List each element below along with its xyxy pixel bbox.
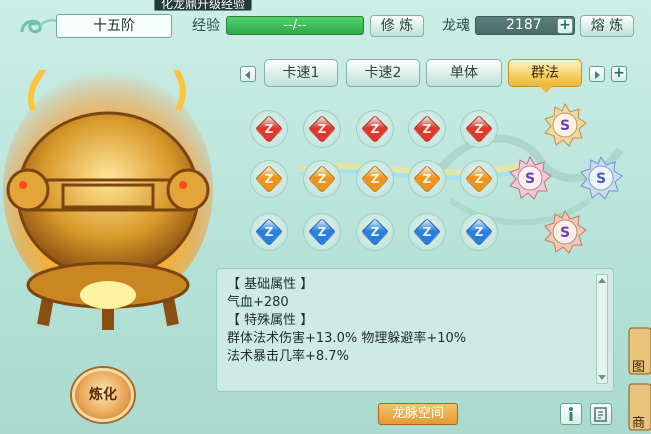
gem-slot-blue[interactable]: Z — [408, 213, 446, 251]
gem-slot-orange[interactable]: Z — [408, 160, 446, 198]
exp-label: 经验 — [192, 18, 220, 34]
svg-text:S: S — [560, 225, 570, 241]
star-gem-top[interactable]: S — [543, 103, 587, 147]
dragon-soul-label: 龙魂 — [442, 18, 470, 34]
gem-slot-red[interactable]: Z — [303, 110, 341, 148]
svg-text:S: S — [596, 171, 606, 187]
gem-glyph: Z — [422, 172, 432, 186]
star-gem-left[interactable]: S — [508, 156, 552, 200]
tab-speed2[interactable]: 卡速2 — [346, 59, 420, 87]
gem-glyph: Z — [317, 122, 327, 136]
arrow-right-icon — [595, 71, 600, 79]
gem-glyph: Z — [370, 172, 380, 186]
refine-button[interactable]: 炼化 — [72, 368, 134, 422]
gem-glyph: Z — [370, 122, 380, 136]
gem-slot-red[interactable]: Z — [408, 110, 446, 148]
attribute-scrollbar[interactable] — [596, 274, 608, 384]
gem-glyph: Z — [264, 122, 274, 136]
dragon-cauldron-window: 化龙鼎升级经验 十五阶 经验 --/-- 修 炼 龙魂 2187 + 熔 炼 卡… — [0, 0, 651, 434]
gem-slot-blue[interactable]: Z — [250, 213, 288, 251]
info-button[interactable] — [560, 403, 582, 425]
dragon-cauldron-icon — [3, 70, 213, 330]
edit-button[interactable] — [590, 403, 612, 425]
exp-value: --/-- — [283, 18, 307, 33]
gem-slot-red[interactable]: Z — [250, 110, 288, 148]
star-gem-bottom[interactable]: S — [543, 210, 587, 254]
gem-glyph: Z — [264, 172, 274, 186]
edit-icon — [594, 407, 607, 422]
scroll-up-icon[interactable] — [598, 278, 606, 283]
gem-slot-orange[interactable]: Z — [303, 160, 341, 198]
tooltip: 化龙鼎升级经验 — [154, 0, 253, 11]
cultivate-button[interactable]: 修 炼 — [370, 15, 424, 37]
gem-glyph: Z — [422, 225, 432, 239]
tab-group-magic[interactable]: 群法 — [508, 59, 582, 87]
rank-label: 十五阶 — [56, 14, 172, 38]
gem-glyph: Z — [474, 172, 484, 186]
gem-glyph: Z — [317, 225, 327, 239]
dragon-meridian-space-button[interactable]: 龙脉空间 — [378, 403, 458, 425]
gem-slot-red[interactable]: Z — [460, 110, 498, 148]
gem-slot-orange[interactable]: Z — [460, 160, 498, 198]
base-attribute-line: 气血+280 — [227, 295, 289, 310]
gem-glyph: Z — [474, 122, 484, 136]
gem-slot-orange[interactable]: Z — [356, 160, 394, 198]
special-attributes-header: 【 特殊属性 】 — [227, 313, 314, 328]
gem-slot-blue[interactable]: Z — [460, 213, 498, 251]
gem-glyph: Z — [474, 225, 484, 239]
add-dragon-soul-button[interactable]: + — [557, 18, 573, 34]
base-attributes-header: 【 基础属性 】 — [227, 277, 314, 292]
scroll-down-icon[interactable] — [598, 375, 606, 380]
side-tab-map[interactable]: 图 — [632, 356, 645, 375]
svg-text:S: S — [560, 118, 570, 134]
tab-speed1[interactable]: 卡速1 — [264, 59, 338, 87]
gem-slot-orange[interactable]: Z — [250, 160, 288, 198]
add-tab-button[interactable]: + — [611, 66, 627, 82]
gem-glyph: Z — [317, 172, 327, 186]
gem-glyph: Z — [264, 225, 274, 239]
svg-text:S: S — [525, 171, 535, 187]
special-attribute-line-1: 群体法术伤害+13.0% 物理躲避率+10% — [227, 331, 467, 346]
gem-glyph: Z — [370, 225, 380, 239]
exp-bar: --/-- — [226, 16, 364, 35]
star-gem-right[interactable]: S — [579, 156, 623, 200]
side-tab-shop[interactable]: 商 — [632, 412, 645, 431]
gem-slot-blue[interactable]: Z — [356, 213, 394, 251]
gem-slot-red[interactable]: Z — [356, 110, 394, 148]
gem-slot-blue[interactable]: Z — [303, 213, 341, 251]
next-tab-button[interactable] — [589, 66, 605, 82]
smelt-button[interactable]: 熔 炼 — [580, 15, 634, 37]
tab-single[interactable]: 单体 — [426, 59, 502, 87]
prev-tab-button[interactable] — [240, 66, 256, 82]
special-attribute-line-2: 法术暴击几率+8.7% — [227, 349, 349, 364]
arrow-left-icon — [245, 71, 250, 79]
gem-glyph: Z — [422, 122, 432, 136]
info-icon — [569, 407, 573, 421]
